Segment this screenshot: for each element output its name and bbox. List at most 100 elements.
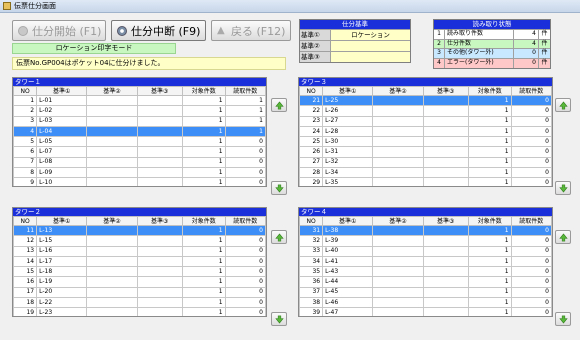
read-count-cell: 0 <box>510 94 552 107</box>
row-no: 32 <box>299 235 324 247</box>
table-row[interactable]: 28 L-34 1 0 <box>299 167 552 179</box>
table-row[interactable]: 24 L-28 1 0 <box>299 125 552 138</box>
column-header[interactable]: 基準① <box>36 86 88 96</box>
column-header[interactable]: 読取件数 <box>510 86 552 96</box>
column-header[interactable]: 基準② <box>86 86 138 96</box>
table-row[interactable]: 11 L-13 1 0 <box>13 224 266 237</box>
column-header[interactable]: 読取件数 <box>224 86 266 96</box>
column-header[interactable]: 対象件数 <box>467 86 512 96</box>
start-sort-button[interactable]: 仕分開始 (F1) <box>12 20 106 41</box>
column-header[interactable]: 対象件数 <box>181 216 226 226</box>
table-row[interactable]: 33 L-40 1 0 <box>299 245 552 257</box>
column-header[interactable]: 基準② <box>86 216 138 226</box>
table-row[interactable]: 21 L-25 1 0 <box>299 94 552 107</box>
row-no: 35 <box>299 266 324 278</box>
column-header[interactable]: NO <box>299 86 324 96</box>
column-header[interactable]: 基準① <box>322 86 374 96</box>
criteria3-cell <box>422 136 469 148</box>
table-row[interactable]: 34 L-41 1 0 <box>299 255 552 268</box>
table-row[interactable]: 4 L-04 1 1 <box>13 125 266 138</box>
criteria2-cell <box>86 245 138 257</box>
column-header[interactable]: 対象件数 <box>467 216 512 226</box>
table-row[interactable]: 38 L-46 1 0 <box>299 297 552 309</box>
scroll-up-button[interactable] <box>271 98 287 112</box>
scroll-down-button[interactable] <box>555 181 571 195</box>
column-header[interactable]: 基準② <box>372 86 424 96</box>
back-button[interactable]: ▲ 戻る (F12) <box>211 20 291 41</box>
table-row[interactable]: 6 L-07 1 0 <box>13 146 266 158</box>
table-row[interactable]: 13 L-16 1 0 <box>13 245 266 257</box>
table-row[interactable]: 14 L-17 1 0 <box>13 255 266 268</box>
table-row[interactable]: 1 L-01 1 1 <box>13 94 266 107</box>
table-row[interactable]: 18 L-22 1 0 <box>13 297 266 309</box>
scroll-up-button[interactable] <box>555 98 571 112</box>
scroll-down-button[interactable] <box>271 181 287 195</box>
table-row[interactable]: 9 L-10 1 0 <box>13 177 266 186</box>
read-count-cell: 0 <box>510 146 552 158</box>
tower-panel: タワー２ NO 基準① 基準② 基準③ 対象件数 読取件数 11 L-13 1 0 12 L-15 1 0… <box>12 207 267 317</box>
criteria1-cell: L-08 <box>36 156 88 169</box>
criteria3-cell <box>136 255 183 268</box>
record-icon <box>18 25 28 36</box>
column-header[interactable]: NO <box>13 216 38 226</box>
row-no: 1 <box>13 94 38 107</box>
criteria1-cell: L-25 <box>322 94 374 107</box>
column-header[interactable]: NO <box>13 86 38 96</box>
table-row[interactable]: 36 L-44 1 0 <box>299 276 552 288</box>
table-row[interactable]: 12 L-15 1 0 <box>13 235 266 247</box>
column-header[interactable]: NO <box>299 216 324 226</box>
column-header[interactable]: 読取件数 <box>224 216 266 226</box>
table-row[interactable]: 25 L-30 1 0 <box>299 136 552 148</box>
scroll-down-button[interactable] <box>555 312 571 326</box>
table-row[interactable]: 8 L-09 1 0 <box>13 167 266 179</box>
read-status-no: 3 <box>434 49 445 59</box>
arrow-up-icon <box>274 232 284 241</box>
table-row[interactable]: 3 L-03 1 1 <box>13 115 266 127</box>
criteria3-cell <box>136 105 183 117</box>
table-row[interactable]: 16 L-19 1 0 <box>13 276 266 288</box>
column-header[interactable]: 基準② <box>372 216 424 226</box>
criteria2-cell <box>372 125 424 138</box>
table-row[interactable]: 39 L-47 1 0 <box>299 307 552 316</box>
column-header[interactable]: 読取件数 <box>510 216 552 226</box>
criteria2-cell <box>372 156 424 169</box>
table-row[interactable]: 5 L-05 1 0 <box>13 136 266 148</box>
scroll-up-button[interactable] <box>555 230 571 244</box>
column-header[interactable]: 基準③ <box>422 216 469 226</box>
criteria2-cell <box>86 307 138 316</box>
row-no: 33 <box>299 245 324 257</box>
column-header[interactable]: 基準① <box>36 216 88 226</box>
table-row[interactable]: 29 L-35 1 0 <box>299 177 552 186</box>
table-row[interactable]: 35 L-43 1 0 <box>299 266 552 278</box>
table-row[interactable]: 22 L-26 1 0 <box>299 105 552 117</box>
column-header[interactable]: 対象件数 <box>181 86 226 96</box>
table-row[interactable]: 7 L-08 1 0 <box>13 156 266 169</box>
table-row[interactable]: 17 L-20 1 0 <box>13 286 266 299</box>
scroll-down-button[interactable] <box>271 312 287 326</box>
criteria3-cell <box>422 156 469 169</box>
column-header[interactable]: 基準③ <box>136 86 183 96</box>
table-row[interactable]: 37 L-45 1 0 <box>299 286 552 299</box>
criteria2-cell <box>372 235 424 247</box>
row-no: 13 <box>13 245 38 257</box>
table-row[interactable]: 2 L-02 1 1 <box>13 105 266 117</box>
table-row[interactable]: 27 L-32 1 0 <box>299 156 552 169</box>
table-row[interactable]: 26 L-31 1 0 <box>299 146 552 158</box>
column-header[interactable]: 基準① <box>322 216 374 226</box>
column-header[interactable]: 基準③ <box>136 216 183 226</box>
scroll-up-button[interactable] <box>271 230 287 244</box>
read-count-cell: 0 <box>510 167 552 179</box>
criteria1-cell: L-10 <box>36 177 88 186</box>
table-row[interactable]: 31 L-38 1 0 <box>299 224 552 237</box>
target-count-cell: 1 <box>181 125 226 138</box>
table-row[interactable]: 32 L-39 1 0 <box>299 235 552 247</box>
criteria3-cell <box>422 297 469 309</box>
table-row[interactable]: 15 L-18 1 0 <box>13 266 266 278</box>
row-no: 4 <box>13 125 38 138</box>
read-status-unit: 件 <box>541 30 548 37</box>
table-row[interactable]: 23 L-27 1 0 <box>299 115 552 127</box>
stop-sort-button[interactable]: 仕分中断 (F9) <box>111 20 206 41</box>
table-row[interactable]: 19 L-23 1 0 <box>13 307 266 316</box>
column-header[interactable]: 基準③ <box>422 86 469 96</box>
criteria1-cell: L-31 <box>322 146 374 158</box>
